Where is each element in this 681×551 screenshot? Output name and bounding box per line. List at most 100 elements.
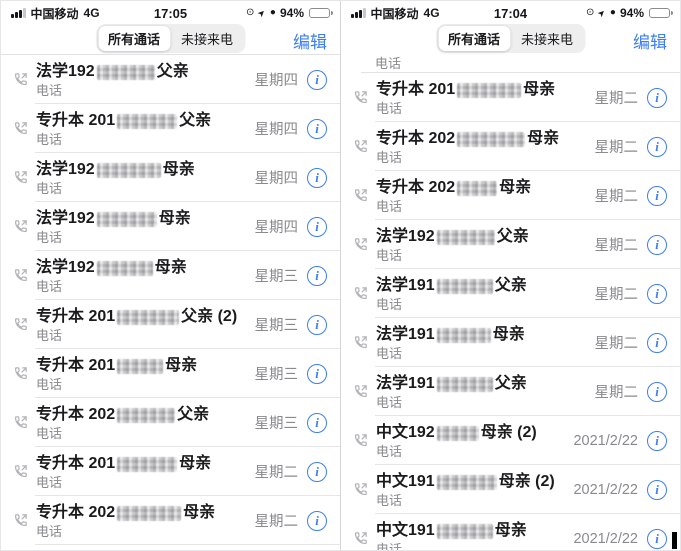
contact-name-prefix: 专升本 202	[36, 405, 115, 425]
call-type-label: 电话	[376, 543, 573, 551]
info-icon[interactable]: i	[647, 235, 667, 255]
info-icon[interactable]: i	[647, 186, 667, 206]
call-log-row[interactable]: 法学192 母亲 电话 星期四 i	[1, 153, 340, 202]
info-icon[interactable]: i	[307, 364, 327, 384]
call-time-label: 星期二	[595, 136, 639, 157]
contact-name-suffix: 父亲	[157, 62, 189, 82]
contact-name-prefix: 中文192	[376, 423, 435, 443]
signal-strength-icon	[11, 8, 26, 18]
call-log-row[interactable]: 中文191 母亲 (2) 电话 2021/2/22 i	[341, 465, 680, 514]
info-icon[interactable]: i	[647, 529, 667, 549]
call-time-label: 星期四	[255, 167, 299, 188]
tab-all-calls[interactable]: 所有通话	[438, 26, 510, 51]
call-log-row[interactable]: 法学192 父亲 电话 星期二 i	[341, 220, 680, 269]
call-type-label: 电话	[376, 102, 595, 115]
info-icon[interactable]: i	[647, 284, 667, 304]
call-log-row[interactable]: 法学192 母亲 电话 星期三 i	[1, 251, 340, 300]
outgoing-call-icon	[353, 531, 376, 546]
outgoing-call-icon	[353, 90, 376, 105]
contact-name: 法学192 父亲	[376, 227, 595, 247]
info-icon[interactable]: i	[307, 168, 327, 188]
call-time-label: 2021/2/22	[573, 433, 638, 449]
call-log-row[interactable]: 专升本 202 母亲 电话 星期二 i	[341, 122, 680, 171]
info-icon[interactable]: i	[307, 119, 327, 139]
call-type-label: 电话	[376, 445, 573, 458]
call-log-row[interactable]: 中文192 母亲 (2) 电话 2021/2/22 i	[341, 416, 680, 465]
call-log-row[interactable]: 法学192 父亲 电话 星期四 i	[1, 55, 340, 104]
call-filter-segmented-control: 所有通话 未接来电	[436, 24, 585, 53]
call-type-label: 电话	[36, 329, 255, 342]
call-log-row[interactable]: 专升本 201 母亲 电话 星期二 i	[1, 447, 340, 496]
call-log-row[interactable]: 专升本 201 母亲 电话 星期三 i	[1, 349, 340, 398]
recents-nav-bar: 所有通话 未接来电 编辑	[341, 23, 680, 54]
contact-name-suffix: 母亲	[527, 129, 559, 149]
call-time-label: 星期四	[255, 118, 299, 139]
call-log-row[interactable]: 专升本 202 父亲 电话 星期三 i	[1, 398, 340, 447]
contact-name: 专升本 202 父亲	[36, 405, 255, 425]
contact-name-suffix: 母亲	[165, 356, 197, 376]
call-log-list: 法学192 父亲 电话 星期四 i 专升本 201 父亲 电话	[1, 54, 340, 551]
contact-name-suffix: 母亲	[155, 258, 187, 278]
call-log-row[interactable]: 专升本 202 母亲 电话 星期二 i	[1, 496, 340, 545]
call-log-row[interactable]: 专升本 201 父亲 (2) 电话 星期三 i	[1, 300, 340, 349]
call-log-row[interactable]: 中文191 母亲 电话 2021/2/22 i	[341, 514, 680, 551]
info-icon[interactable]: i	[647, 333, 667, 353]
call-log-row[interactable]: 法学191 母亲 电话 星期二 i	[341, 318, 680, 367]
contact-name-prefix: 法学192	[36, 258, 95, 278]
info-icon[interactable]: i	[307, 217, 327, 237]
call-log-row[interactable]: 专升本 202 母亲 电话 星期二 i	[341, 171, 680, 220]
contact-name: 专升本 201 母亲	[36, 454, 255, 474]
phone-recents-screen-left: 中国移动 4G 17:05 ⊙ ➤ ● 94% 所有通话 未接来电 编辑	[1, 1, 340, 551]
contact-name-prefix: 法学191	[376, 325, 435, 345]
call-log-row[interactable]: 法学191 父亲 电话 星期二 i	[341, 367, 680, 416]
call-type-label: 电话	[376, 347, 595, 360]
info-icon[interactable]: i	[307, 315, 327, 335]
info-icon[interactable]: i	[647, 88, 667, 108]
contact-name-prefix: 专升本 202	[36, 503, 115, 523]
redacted-name-block	[117, 408, 175, 423]
call-time-label: 星期二	[595, 87, 639, 108]
call-time-label: 星期四	[255, 69, 299, 90]
edit-button[interactable]: 编辑	[633, 28, 667, 53]
info-icon[interactable]: i	[307, 266, 327, 286]
tab-missed-calls[interactable]: 未接来电	[511, 26, 583, 51]
call-type-label: 电话	[36, 231, 255, 244]
redacted-name-block	[437, 524, 493, 539]
dual-iphone-recents-screenshots: 中国移动 4G 17:05 ⊙ ➤ ● 94% 所有通话 未接来电 编辑	[0, 0, 681, 551]
info-icon[interactable]: i	[307, 462, 327, 482]
info-icon[interactable]: i	[647, 431, 667, 451]
info-icon[interactable]: i	[647, 137, 667, 157]
redacted-name-block	[97, 65, 155, 80]
outgoing-call-icon	[353, 188, 376, 203]
outgoing-call-icon	[353, 433, 376, 448]
outgoing-call-icon	[13, 268, 36, 283]
info-icon[interactable]: i	[647, 480, 667, 500]
info-icon[interactable]: i	[307, 413, 327, 433]
info-icon[interactable]: i	[307, 511, 327, 531]
rotation-lock-icon: ⊙	[586, 8, 594, 18]
redacted-name-block	[97, 212, 157, 227]
call-log-row[interactable]: 专升本 201 母亲 电话 星期二 i	[341, 73, 680, 122]
contact-name: 法学192 父亲	[36, 62, 255, 82]
outgoing-call-icon	[353, 237, 376, 252]
info-icon[interactable]: i	[307, 70, 327, 90]
contact-name-suffix: 父亲 (2)	[181, 307, 237, 327]
contact-name: 专升本 202 母亲	[36, 503, 255, 523]
contact-name-prefix: 法学192	[376, 227, 435, 247]
call-log-row[interactable]: 专升本 201 父亲 电话 星期四 i	[1, 104, 340, 153]
carrier-label: 中国移动	[31, 5, 79, 22]
info-icon[interactable]: i	[647, 382, 667, 402]
call-type-label: 电话	[376, 298, 595, 311]
call-log-row[interactable]: 法学192 母亲 电话 星期四 i	[1, 202, 340, 251]
call-log-row[interactable]: 法学191 父亲 电话 星期二 i	[341, 269, 680, 318]
contact-name: 专升本 201 母亲	[376, 80, 595, 100]
redacted-name-block	[117, 506, 181, 521]
edit-button[interactable]: 编辑	[293, 28, 327, 53]
tab-all-calls[interactable]: 所有通话	[98, 26, 170, 51]
outgoing-call-icon	[13, 513, 36, 528]
tab-missed-calls[interactable]: 未接来电	[171, 26, 243, 51]
contact-name-suffix: 父亲	[495, 276, 527, 296]
contact-name-prefix: 中文191	[376, 521, 435, 541]
status-bar: 中国移动 4G 17:04 ⊙ ➤ ● 94%	[341, 1, 680, 23]
contact-name-prefix: 专升本 201	[36, 111, 115, 131]
